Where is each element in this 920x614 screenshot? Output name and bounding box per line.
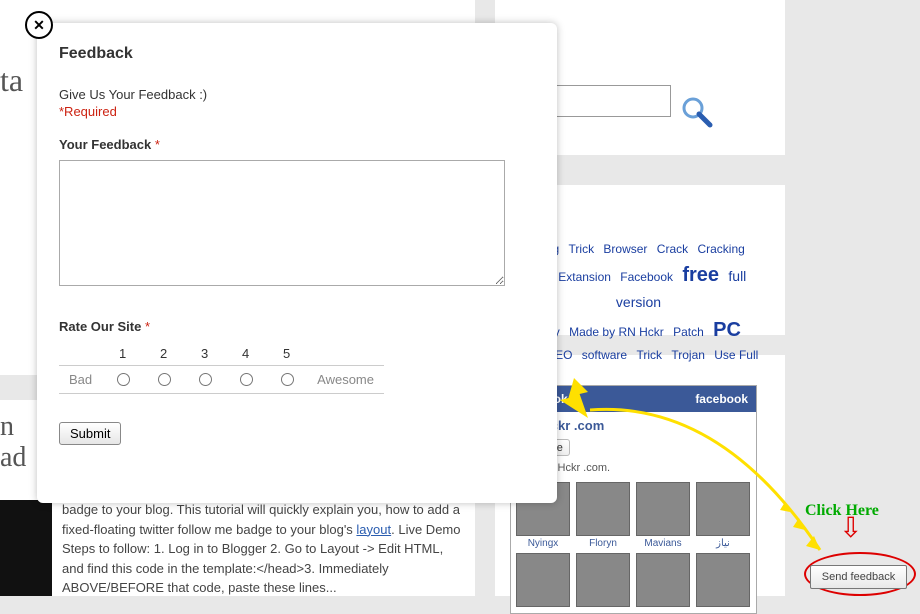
avatar	[516, 553, 570, 607]
tag-link[interactable]: Trojan	[671, 348, 705, 362]
facebook-fan[interactable]	[695, 553, 751, 609]
tag-link[interactable]: Browser	[603, 242, 647, 256]
annotation-arrow-down-icon: ⇩	[839, 520, 862, 537]
avatar	[576, 482, 630, 536]
avatar	[636, 482, 690, 536]
avatar	[576, 553, 630, 607]
tag-link[interactable]: software	[582, 348, 627, 362]
rating-number: 4	[225, 342, 266, 366]
article-excerpt: badge to your blog. This tutorial will q…	[62, 500, 467, 598]
tag-link[interactable]: Cracking	[697, 242, 744, 256]
submit-button[interactable]: Submit	[59, 422, 121, 445]
rating-number: 2	[143, 342, 184, 366]
page-title-fragment: nad	[0, 412, 26, 474]
rating-number: 1	[102, 342, 143, 366]
feedback-textarea[interactable]	[59, 160, 505, 286]
layout-link[interactable]: layout	[356, 522, 391, 537]
required-asterisk: *	[155, 137, 160, 152]
facebook-fan[interactable]	[515, 553, 571, 609]
tag-link[interactable]: Trick	[636, 348, 662, 362]
avatar	[696, 482, 750, 536]
rate-label: Rate Our Site *	[59, 319, 535, 334]
rating-number: 5	[266, 342, 307, 366]
rating-number: 3	[184, 342, 225, 366]
search-icon[interactable]	[680, 95, 714, 129]
feedback-label: Your Feedback *	[59, 137, 535, 152]
tag-link[interactable]: Crack	[657, 242, 688, 256]
close-icon: ✕	[33, 17, 45, 34]
facebook-fan[interactable]	[635, 553, 691, 609]
rating-scale: 1 2 3 4 5 Bad Awesome	[59, 342, 384, 394]
rating-radio-5[interactable]	[281, 373, 294, 386]
required-note: *Required	[59, 104, 535, 119]
avatar	[696, 553, 750, 607]
form-description: Give Us Your Feedback :)	[59, 87, 535, 102]
modal-title: Feedback	[59, 45, 535, 63]
avatar	[636, 553, 690, 607]
rating-radio-1[interactable]	[117, 373, 130, 386]
annotation-click-here: Click Here	[805, 502, 879, 520]
facebook-logo-text: facebook	[695, 392, 748, 406]
feedback-modal: ✕ Feedback Give Us Your Feedback :) *Req…	[37, 23, 557, 503]
required-asterisk: *	[145, 319, 150, 334]
facebook-fan[interactable]: نیاز	[695, 482, 751, 549]
rating-radio-2[interactable]	[158, 373, 171, 386]
send-feedback-button[interactable]: Send feedback	[810, 565, 907, 589]
rating-radio-4[interactable]	[240, 373, 253, 386]
tag-link[interactable]: Extansion	[558, 270, 611, 284]
rating-awesome-label: Awesome	[307, 366, 384, 394]
tag-link[interactable]: Use Full	[714, 348, 758, 362]
facebook-fan[interactable]: Mavians	[635, 482, 691, 549]
close-button[interactable]: ✕	[25, 11, 53, 39]
tag-link[interactable]: Facebook	[620, 270, 673, 284]
sidebar-widget	[0, 500, 52, 596]
rating-bad-label: Bad	[59, 366, 102, 394]
page-title-fragment: ta	[0, 62, 23, 99]
facebook-fan[interactable]: Floryn	[575, 482, 631, 549]
rating-radio-3[interactable]	[199, 373, 212, 386]
tag-link[interactable]: Made by RN Hckr	[569, 325, 664, 339]
tag-link[interactable]: free	[682, 264, 719, 286]
tag-link[interactable]: PC	[713, 319, 741, 341]
tag-link[interactable]: Patch	[673, 325, 704, 339]
facebook-fan[interactable]	[575, 553, 631, 609]
tag-link[interactable]: Trick	[569, 242, 595, 256]
